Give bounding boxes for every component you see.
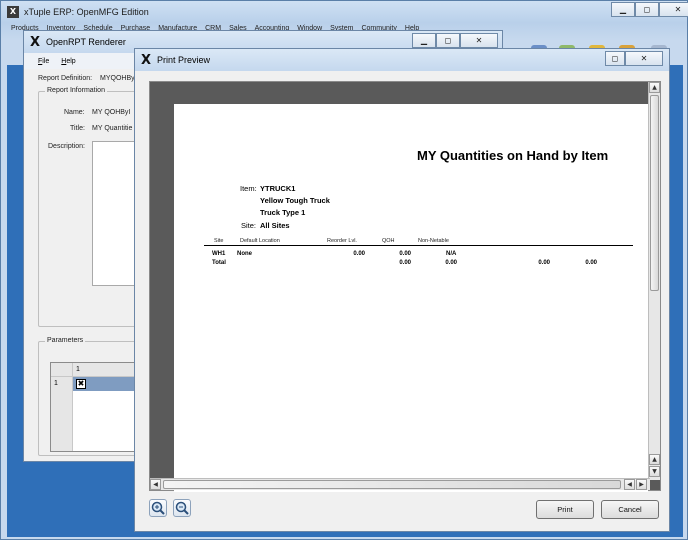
preview-window-controls: ◻ ✕ xyxy=(605,51,663,66)
item-description-2: Truck Type 1 xyxy=(260,208,306,217)
close-icon[interactable]: ✕ xyxy=(460,33,498,48)
menu-file-rest: ile xyxy=(42,57,50,65)
preview-title: Print Preview xyxy=(157,55,211,65)
total-label: Total xyxy=(212,260,226,266)
title-label: Title: xyxy=(70,125,85,132)
parameters-title: Parameters xyxy=(45,337,86,344)
column-header-reorder-level: Reorder Lvl. xyxy=(327,238,357,244)
vertical-scroll-thumb[interactable] xyxy=(650,95,659,291)
table-corner xyxy=(51,363,73,377)
close-icon[interactable]: ✕ xyxy=(659,2,688,17)
zoom-out-button[interactable] xyxy=(173,499,191,517)
cancel-button[interactable]: Cancel xyxy=(601,500,659,519)
renderer-title: OpenRPT Renderer xyxy=(46,37,126,47)
scroll-down-icon[interactable]: ▼ xyxy=(649,466,660,477)
menu-file[interactable]: File xyxy=(38,58,49,65)
report-definition-value: MYQOHByI xyxy=(100,75,137,82)
report-information-title: Report Information xyxy=(45,87,107,94)
main-window-title: xTuple ERP: OpenMFG Edition xyxy=(24,7,149,17)
site-label: Site: xyxy=(241,221,257,230)
total-column-7: 0.00 xyxy=(585,260,597,266)
report-title: MY Quantities on Hand by Item xyxy=(417,148,609,163)
row-site: WH1 xyxy=(212,251,226,257)
print-button[interactable]: Print xyxy=(536,500,594,519)
print-preview-dialog: X Print Preview ◻ ✕ MY Quantities on Han… xyxy=(134,48,670,532)
preview-scroll-area[interactable]: MY Quantities on Hand by Item Item: YTRU… xyxy=(149,81,661,492)
horizontal-scrollbar[interactable]: ◀ ◀ ▶ xyxy=(150,478,650,490)
row-reorder-level: 0.00 xyxy=(353,251,365,257)
item-label: Item: xyxy=(240,184,257,193)
name-label: Name: xyxy=(64,109,85,116)
total-column-6: 0.00 xyxy=(538,260,550,266)
description-label: Description: xyxy=(48,143,85,150)
horizontal-scroll-thumb[interactable] xyxy=(163,480,621,489)
report-definition-label: Report Definition: xyxy=(38,75,93,82)
item-code: YTRUCK1 xyxy=(260,184,296,193)
checkbox-icon[interactable]: ✖ xyxy=(76,379,86,389)
total-qoh: 0.00 xyxy=(399,260,411,266)
column-header-site: Site xyxy=(214,238,224,244)
openrpt-x-icon: X xyxy=(30,34,41,50)
row-number[interactable]: 1 xyxy=(51,377,72,391)
close-icon[interactable]: ✕ xyxy=(625,51,663,66)
row-location: None xyxy=(237,251,252,257)
zoom-in-icon xyxy=(151,501,165,515)
report-page: MY Quantities on Hand by Item Item: YTRU… xyxy=(174,104,648,492)
minimize-icon[interactable]: ▁ xyxy=(611,2,635,17)
vertical-scrollbar[interactable]: ▲ ▲ ▼ xyxy=(648,82,660,480)
header-rule xyxy=(204,245,633,246)
column-header-default-location: Default Location xyxy=(240,238,280,244)
main-titlebar: X xTuple ERP: OpenMFG Edition xyxy=(7,4,149,20)
preview-titlebar: X Print Preview xyxy=(135,49,669,71)
column-header-qoh: QOH xyxy=(382,238,395,244)
scroll-up-icon[interactable]: ▲ xyxy=(649,454,660,465)
zoom-in-button[interactable] xyxy=(149,499,167,517)
title-value: MY Quantitie xyxy=(92,125,133,132)
openrpt-x-icon: X xyxy=(141,52,152,68)
scroll-left-icon[interactable]: ◀ xyxy=(150,479,161,490)
name-value: MY QOHByI xyxy=(92,109,131,116)
maximize-icon[interactable]: ◻ xyxy=(635,2,659,17)
scroll-up-icon[interactable]: ▲ xyxy=(649,82,660,93)
row-qoh: 0.00 xyxy=(399,251,411,257)
total-non-netable: 0.00 xyxy=(445,260,457,266)
row-non-netable: N/A xyxy=(446,251,457,257)
scroll-right-icon[interactable]: ▶ xyxy=(636,479,647,490)
scroll-left-icon[interactable]: ◀ xyxy=(624,479,635,490)
menu-help-rest: elp xyxy=(66,57,76,65)
maximize-icon[interactable]: ◻ xyxy=(605,51,625,66)
column-header-non-netable: Non-Netable xyxy=(418,238,449,244)
table-row-headers: 1 xyxy=(51,377,73,451)
main-window-controls: ▁ ◻ ✕ xyxy=(611,2,688,17)
zoom-out-icon xyxy=(175,501,189,515)
minimize-icon[interactable]: ▁ xyxy=(412,33,436,48)
menu-help[interactable]: Help xyxy=(61,58,75,65)
item-description-1: Yellow Tough Truck xyxy=(260,196,330,205)
maximize-icon[interactable]: ◻ xyxy=(436,33,460,48)
preview-body: MY Quantities on Hand by Item Item: YTRU… xyxy=(135,71,669,531)
renderer-window-controls: ▁ ◻ ✕ xyxy=(412,33,498,48)
xtuple-logo-icon: X xyxy=(7,6,19,18)
site-value: All Sites xyxy=(260,221,290,230)
